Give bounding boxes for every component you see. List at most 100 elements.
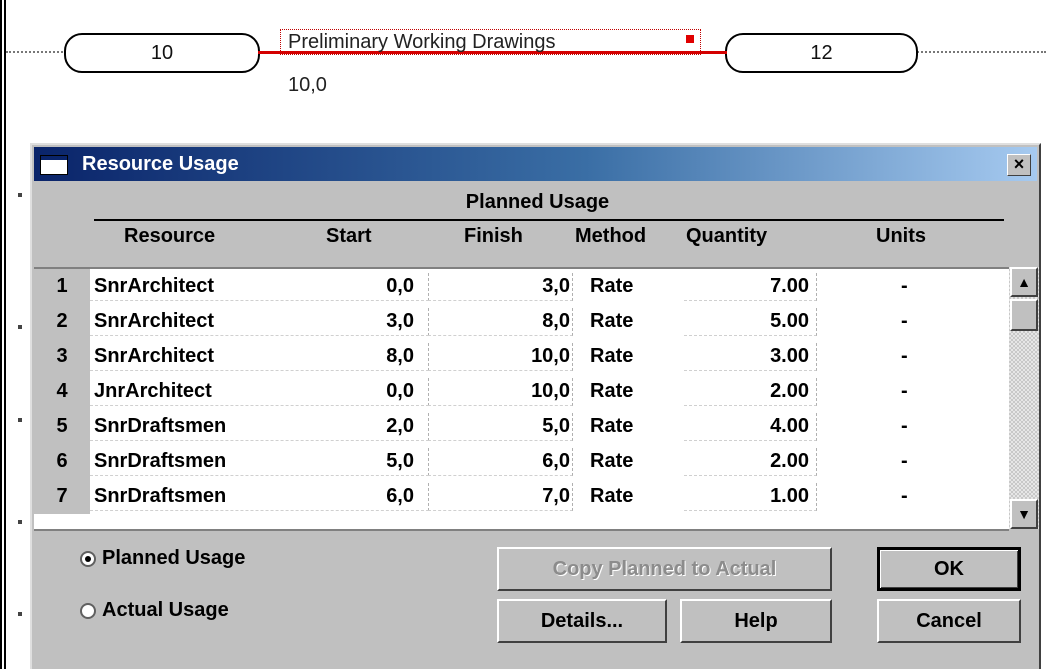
canvas-marker	[18, 612, 22, 616]
radio-planned-usage[interactable]: Planned Usage	[80, 547, 245, 570]
row-number: 2	[34, 304, 90, 339]
cell-resource[interactable]: SnrArchitect	[94, 304, 214, 339]
cell-start[interactable]: 0,0	[386, 269, 414, 304]
cell-quantity[interactable]: 3.00	[770, 339, 809, 374]
column-header-resource[interactable]: Resource	[124, 225, 215, 248]
scroll-down-button[interactable]: ▼	[1010, 499, 1038, 529]
row-number: 5	[34, 409, 90, 444]
arrow-up-icon: ▲	[1017, 274, 1031, 290]
cell-finish[interactable]: 8,0	[542, 304, 570, 339]
row-number: 7	[34, 479, 90, 514]
scroll-thumb[interactable]	[1010, 299, 1038, 331]
help-button[interactable]: Help	[680, 599, 832, 643]
event-node-label: 10	[150, 42, 174, 64]
radio-planned-label: Planned Usage	[102, 547, 246, 569]
cell-resource[interactable]: SnrDraftsmen	[94, 409, 226, 444]
cell-start[interactable]: 0,0	[386, 374, 414, 409]
activity-duration: 10,0	[288, 74, 327, 96]
event-node-end[interactable]: 12	[725, 33, 918, 73]
header-divider	[94, 219, 1004, 221]
row-number: 4	[34, 374, 90, 409]
details-button[interactable]: Details...	[497, 599, 667, 643]
row-number: 3	[34, 339, 90, 374]
table-row[interactable]: 4 JnrArchitect 0,0 10,0 Rate 2.00 -	[34, 374, 1009, 409]
cell-quantity[interactable]: 5.00	[770, 304, 809, 339]
column-header-method[interactable]: Method	[575, 225, 646, 248]
resource-usage-dialog: Resource Usage × Planned Usage Resource …	[30, 143, 1041, 669]
cell-quantity[interactable]: 7.00	[770, 269, 809, 304]
cell-finish[interactable]: 6,0	[542, 444, 570, 479]
arrow-down-icon: ▼	[1017, 506, 1031, 522]
radio-selected-icon	[80, 550, 96, 567]
cell-finish[interactable]: 3,0	[542, 269, 570, 304]
activity-resize-handle[interactable]	[686, 35, 694, 43]
table-row[interactable]: 2 SnrArchitect 3,0 8,0 Rate 5.00 -	[34, 304, 1009, 339]
table-row[interactable]: 1 SnrArchitect 0,0 3,0 Rate 7.00 -	[34, 269, 1009, 304]
cancel-button[interactable]: Cancel	[877, 599, 1021, 643]
cell-units[interactable]: -	[901, 374, 908, 409]
cell-quantity[interactable]: 4.00	[770, 409, 809, 444]
table-row[interactable]: 6 SnrDraftsmen 5,0 6,0 Rate 2.00 -	[34, 444, 1009, 479]
cell-start[interactable]: 3,0	[386, 304, 414, 339]
activity-name[interactable]: Preliminary Working Drawings	[288, 31, 555, 54]
event-node-label: 12	[810, 42, 833, 64]
cell-start[interactable]: 5,0	[386, 444, 414, 479]
scroll-up-button[interactable]: ▲	[1010, 267, 1038, 297]
radio-actual-usage[interactable]: Actual Usage	[80, 599, 229, 622]
cell-quantity[interactable]: 2.00	[770, 444, 809, 479]
resource-grid[interactable]: 1 SnrArchitect 0,0 3,0 Rate 7.00 - 2 Snr…	[34, 267, 1009, 531]
cell-units[interactable]: -	[901, 479, 908, 514]
cell-units[interactable]: -	[901, 444, 908, 479]
table-row[interactable]: 7 SnrDraftsmen 6,0 7,0 Rate 1.00 -	[34, 479, 1009, 514]
cell-finish[interactable]: 10,0	[531, 339, 570, 374]
column-header-units[interactable]: Units	[876, 225, 926, 248]
dialog-titlebar[interactable]: Resource Usage ×	[34, 147, 1037, 181]
cell-start[interactable]: 6,0	[386, 479, 414, 514]
cell-start[interactable]: 8,0	[386, 339, 414, 374]
cell-method[interactable]: Rate	[590, 444, 633, 479]
column-header-quantity[interactable]: Quantity	[686, 225, 767, 248]
close-icon: ×	[1013, 154, 1025, 174]
cell-units[interactable]: -	[901, 304, 908, 339]
cell-resource[interactable]: SnrArchitect	[94, 269, 214, 304]
row-number: 1	[34, 269, 90, 304]
cell-finish[interactable]: 10,0	[531, 374, 570, 409]
cell-method[interactable]: Rate	[590, 269, 633, 304]
cell-method[interactable]: Rate	[590, 409, 633, 444]
cell-units[interactable]: -	[901, 269, 908, 304]
dialog-title: Resource Usage	[82, 153, 239, 175]
column-header-start[interactable]: Start	[326, 225, 372, 248]
cell-method[interactable]: Rate	[590, 339, 633, 374]
cell-resource[interactable]: JnrArchitect	[94, 374, 212, 409]
cell-method[interactable]: Rate	[590, 304, 633, 339]
cell-resource[interactable]: SnrArchitect	[94, 339, 214, 374]
cell-units[interactable]: -	[901, 339, 908, 374]
cell-finish[interactable]: 7,0	[542, 479, 570, 514]
cell-resource[interactable]: SnrDraftsmen	[94, 444, 226, 479]
radio-actual-label: Actual Usage	[102, 599, 229, 621]
cell-quantity[interactable]: 1.00	[770, 479, 809, 514]
canvas-marker	[18, 325, 22, 329]
radio-unselected-icon	[80, 602, 96, 619]
cell-method[interactable]: Rate	[590, 374, 633, 409]
canvas-marker	[18, 193, 22, 197]
cell-units[interactable]: -	[901, 409, 908, 444]
cell-finish[interactable]: 5,0	[542, 409, 570, 444]
window-icon	[40, 155, 68, 175]
copy-planned-to-actual-button[interactable]: Copy Planned to Actual	[497, 547, 832, 591]
event-node-start[interactable]: 10	[64, 33, 260, 73]
cell-start[interactable]: 2,0	[386, 409, 414, 444]
table-row[interactable]: 5 SnrDraftsmen 2,0 5,0 Rate 4.00 -	[34, 409, 1009, 444]
ok-button[interactable]: OK	[877, 547, 1021, 591]
cell-quantity[interactable]: 2.00	[770, 374, 809, 409]
column-header-finish[interactable]: Finish	[464, 225, 523, 248]
table-row[interactable]: 3 SnrArchitect 8,0 10,0 Rate 3.00 -	[34, 339, 1009, 374]
cell-method[interactable]: Rate	[590, 479, 633, 514]
close-button[interactable]: ×	[1007, 154, 1031, 176]
canvas-border	[0, 0, 2, 669]
cell-resource[interactable]: SnrDraftsmen	[94, 479, 226, 514]
vertical-scrollbar[interactable]: ▲ ▼	[1009, 267, 1039, 529]
canvas-border	[4, 0, 6, 669]
row-number: 6	[34, 444, 90, 479]
canvas-marker	[18, 418, 22, 422]
